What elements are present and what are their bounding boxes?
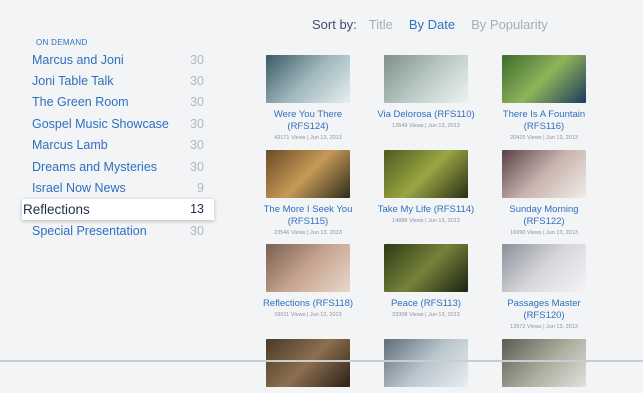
- video-title: Sunday Morning (RFS122): [509, 204, 579, 227]
- sidebar-item-special-presentation[interactable]: Special Presentation 30: [22, 220, 214, 241]
- sidebar-item-joni-table-talk[interactable]: Joni Table Talk 30: [22, 70, 214, 91]
- sidebar: Marcus and Joni 30 Joni Table Talk 30 The Gr…: [22, 49, 214, 242]
- sidebar-item-count: 30: [190, 223, 204, 238]
- sidebar-item-label: Joni Table Talk: [32, 74, 114, 89]
- video-meta: 19011 Views | Jun 13, 2013: [274, 312, 342, 318]
- sort-bar: Sort by: Title By Date By Popularity: [312, 17, 564, 32]
- sidebar-item-count: 9: [197, 181, 204, 196]
- sidebar-item-israel-now-news[interactable]: Israel Now News 9: [22, 177, 214, 198]
- video-thumbnail: [266, 150, 350, 198]
- video-thumbnail: [502, 244, 586, 292]
- video-tile[interactable]: Take My Life (RFS114) 14888 Views | Jun 1…: [376, 150, 476, 224]
- video-title: Peace (RFS113): [390, 298, 462, 309]
- video-thumbnail: [266, 244, 350, 292]
- sidebar-item-marcus-and-joni[interactable]: Marcus and Joni 30: [22, 49, 214, 70]
- video-thumbnail: [502, 339, 586, 387]
- video-tile[interactable]: Passages Master (RFS120) 13972 Views | Ju…: [494, 244, 594, 330]
- sidebar-item-count: 30: [190, 74, 204, 89]
- video-title: There Is A Fountain (RFS116): [502, 109, 586, 132]
- video-thumbnail: [502, 55, 586, 103]
- video-meta: 12649 Views | Jun 13, 2013: [392, 123, 460, 129]
- video-thumbnail: [502, 150, 586, 198]
- video-meta: 43171 Views | Jun 13, 2013: [274, 135, 342, 141]
- sidebar-item-count: 13: [190, 202, 204, 217]
- video-thumbnail: [266, 339, 350, 387]
- video-title: Passages Master (RFS120): [507, 298, 581, 321]
- sidebar-item-label: Marcus and Joni: [32, 52, 124, 67]
- sidebar-item-the-green-room[interactable]: The Green Room 30: [22, 92, 214, 113]
- video-meta: 23308 Views | Jun 13, 2013: [392, 312, 460, 318]
- video-title: Reflections (RFS118): [262, 298, 354, 309]
- video-tile[interactable]: Sunday Morning (RFS122) 16990 Views | Jun…: [494, 150, 594, 236]
- video-title: Were You There (RFS124): [273, 109, 343, 132]
- sidebar-item-label: Special Presentation: [32, 223, 147, 238]
- sidebar-item-count: 30: [190, 116, 204, 131]
- video-tile[interactable]: Reflections (RFS118) 19011 Views | Jun 13…: [258, 244, 358, 318]
- video-tile[interactable]: Via Delorosa (RFS110) 12649 Views | Jun 1…: [376, 55, 476, 129]
- sidebar-item-count: 30: [190, 138, 204, 153]
- sort-option-title[interactable]: Title: [369, 17, 393, 32]
- video-thumbnail: [384, 339, 468, 387]
- video-meta: 16990 Views | Jun 13, 2013: [510, 230, 578, 236]
- sort-label: Sort by:: [312, 17, 357, 32]
- sidebar-item-dreams-and-mysteries[interactable]: Dreams and Mysteries 30: [22, 156, 214, 177]
- video-meta: 23546 Views | Jun 13, 2013: [274, 230, 342, 236]
- sort-option-by-date[interactable]: By Date: [409, 17, 455, 32]
- video-meta: 14888 Views | Jun 13, 2013: [392, 218, 460, 224]
- video-title: The More I Seek You (RFS115): [263, 204, 353, 227]
- sidebar-item-gospel-music-showcase[interactable]: Gospel Music Showcase 30: [22, 113, 214, 134]
- sidebar-item-count: 30: [190, 95, 204, 110]
- sidebar-item-count: 30: [190, 52, 204, 67]
- video-title: Via Delorosa (RFS110): [377, 109, 475, 120]
- sidebar-item-label: Reflections: [23, 201, 90, 217]
- video-tile[interactable]: Peace (RFS113) 23308 Views | Jun 13, 2013: [376, 244, 476, 318]
- video-tile[interactable]: Were You There (RFS124) 43171 Views | Jun…: [258, 55, 358, 141]
- sidebar-item-marcus-lamb[interactable]: Marcus Lamb 30: [22, 135, 214, 156]
- sort-option-by-popularity[interactable]: By Popularity: [471, 17, 548, 32]
- sidebar-item-label: Marcus Lamb: [32, 138, 108, 153]
- video-title: Take My Life (RFS114): [377, 204, 475, 215]
- video-tile[interactable]: [258, 339, 358, 393]
- video-tile[interactable]: There Is A Fountain (RFS116) 20415 Views …: [494, 55, 594, 141]
- video-thumbnail: [266, 55, 350, 103]
- sidebar-item-label: Gospel Music Showcase: [32, 116, 169, 131]
- video-thumbnail: [384, 150, 468, 198]
- video-tile[interactable]: [376, 339, 476, 393]
- sidebar-item-count: 30: [190, 159, 204, 174]
- sidebar-item-label: Dreams and Mysteries: [32, 159, 158, 174]
- video-tile[interactable]: [494, 339, 594, 393]
- section-label: ON DEMAND: [36, 38, 88, 47]
- video-thumbnail: [384, 55, 468, 103]
- video-meta: 20415 Views | Jun 13, 2013: [510, 135, 578, 141]
- video-thumbnail: [384, 244, 468, 292]
- sidebar-item-label: Israel Now News: [32, 181, 126, 196]
- sidebar-item-label: The Green Room: [32, 95, 129, 110]
- video-meta: 13972 Views | Jun 13, 2013: [510, 324, 578, 330]
- sidebar-item-reflections[interactable]: Reflections 13: [22, 198, 214, 221]
- video-tile[interactable]: The More I Seek You (RFS115) 23546 Views …: [258, 150, 358, 236]
